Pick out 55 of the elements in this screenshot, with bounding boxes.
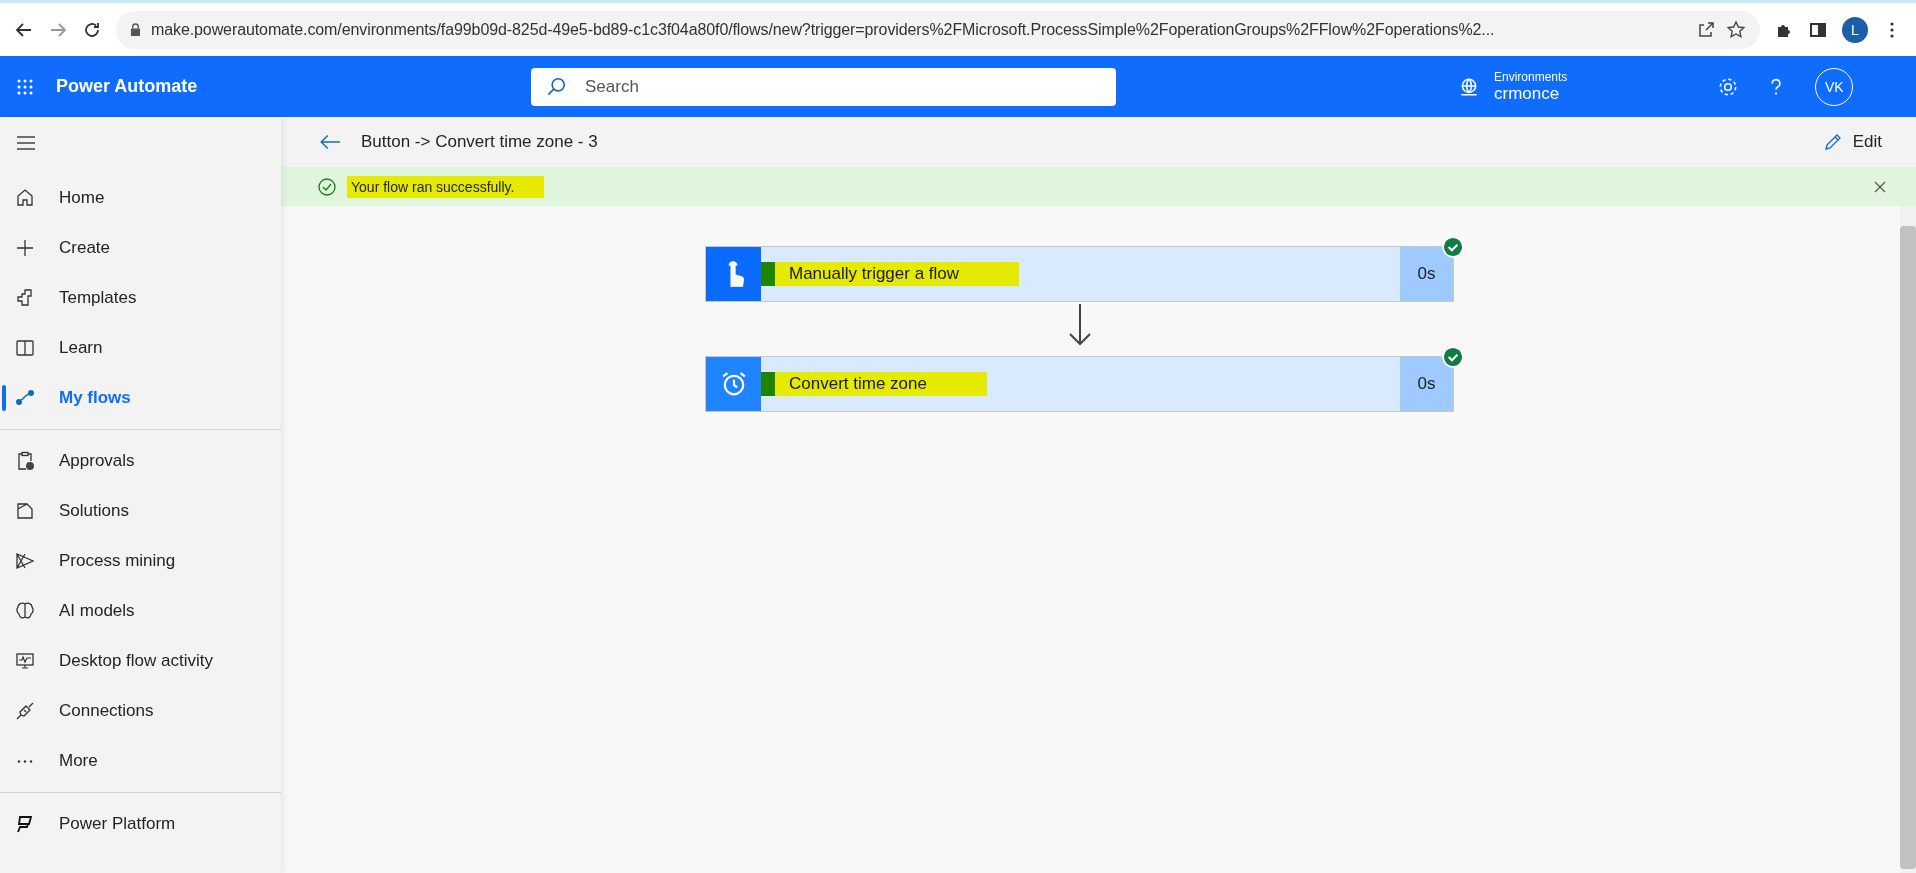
clipboard-icon — [15, 451, 35, 471]
book-icon — [15, 338, 35, 358]
brain-icon — [15, 601, 35, 621]
step-duration: 0s — [1400, 247, 1453, 301]
back-arrow-icon[interactable] — [319, 134, 341, 150]
nav-item[interactable]: Templates — [0, 273, 281, 323]
pencil-icon — [1822, 132, 1843, 152]
share-icon[interactable] — [1696, 19, 1716, 40]
process-mining-icon — [15, 551, 35, 571]
power-platform-icon — [15, 814, 35, 834]
nav-item[interactable]: Create — [0, 223, 281, 273]
lock-icon — [130, 23, 141, 36]
search-icon — [545, 75, 567, 98]
edit-button[interactable]: Edit — [1818, 128, 1886, 156]
plug-icon — [15, 701, 35, 721]
nav-item[interactable]: Process mining — [0, 536, 281, 586]
app-title[interactable]: Power Automate — [56, 76, 531, 97]
selection-indicator — [2, 385, 6, 411]
more-icon — [17, 759, 33, 763]
nav-item[interactable]: My flows — [0, 373, 281, 423]
success-message: Your flow ran successfully. — [347, 175, 545, 198]
nav-item[interactable]: Desktop flow activity — [0, 636, 281, 686]
nav-item[interactable]: Learn — [0, 323, 281, 373]
nav-item[interactable]: Connections — [0, 686, 281, 736]
search-field[interactable]: Search — [531, 67, 1116, 106]
profile-avatar[interactable]: L — [1842, 16, 1868, 43]
flow-step-card[interactable]: Manually trigger a flow 0s — [705, 246, 1454, 302]
home-icon — [15, 188, 35, 208]
flow-step-card[interactable]: Convert time zone 0s — [705, 356, 1454, 412]
url-text: make.powerautomate.com/environments/fa99b09d-825d-49e5-bd89-c1c3f04a80f0/flows/new?trigger=providers%2FMicrosoft.ProcessSimple%2FoperationGroups%2FFlow%2Foperations%2... — [151, 20, 1496, 39]
connector-arrow — [1067, 304, 1092, 346]
document-icon — [15, 501, 35, 521]
step-title: Convert time zone — [775, 372, 987, 396]
star-icon[interactable] — [1726, 19, 1746, 40]
step-duration: 0s — [1400, 357, 1453, 411]
step-title: Manually trigger a flow — [775, 262, 1020, 286]
templates-icon — [15, 288, 35, 308]
nav-item[interactable]: More — [0, 736, 281, 786]
nav-item[interactable]: Home — [0, 173, 281, 223]
flow-icon — [15, 388, 35, 408]
flow-title: Button -> Convert time zone - 3 — [361, 132, 599, 152]
alarm-clock-icon — [720, 370, 747, 398]
app-launcher-icon[interactable] — [16, 77, 34, 96]
monitor-icon — [15, 651, 35, 671]
nav-item[interactable]: Solutions — [0, 486, 281, 536]
menu-icon[interactable] — [16, 135, 36, 151]
environment-label: Environments — [1494, 69, 1568, 84]
address-bar[interactable]: make.powerautomate.com/environments/fa99b09d-825d-49e5-bd89-c1c3f04a80f0/flows/new?trigger=providers%2FMicrosoft.ProcessSimple%2FoperationGroups%2FFlow%2Foperations%2... — [116, 10, 1760, 49]
check-circle-icon — [317, 176, 337, 197]
close-icon[interactable] — [1874, 180, 1886, 193]
plus-icon — [15, 238, 35, 258]
nav-item[interactable]: AI models — [0, 586, 281, 636]
nav-item[interactable]: Power Platform — [0, 799, 281, 849]
nav-item[interactable]: Approvals — [0, 436, 281, 486]
environment-name[interactable]: crmonce — [1494, 83, 1568, 104]
